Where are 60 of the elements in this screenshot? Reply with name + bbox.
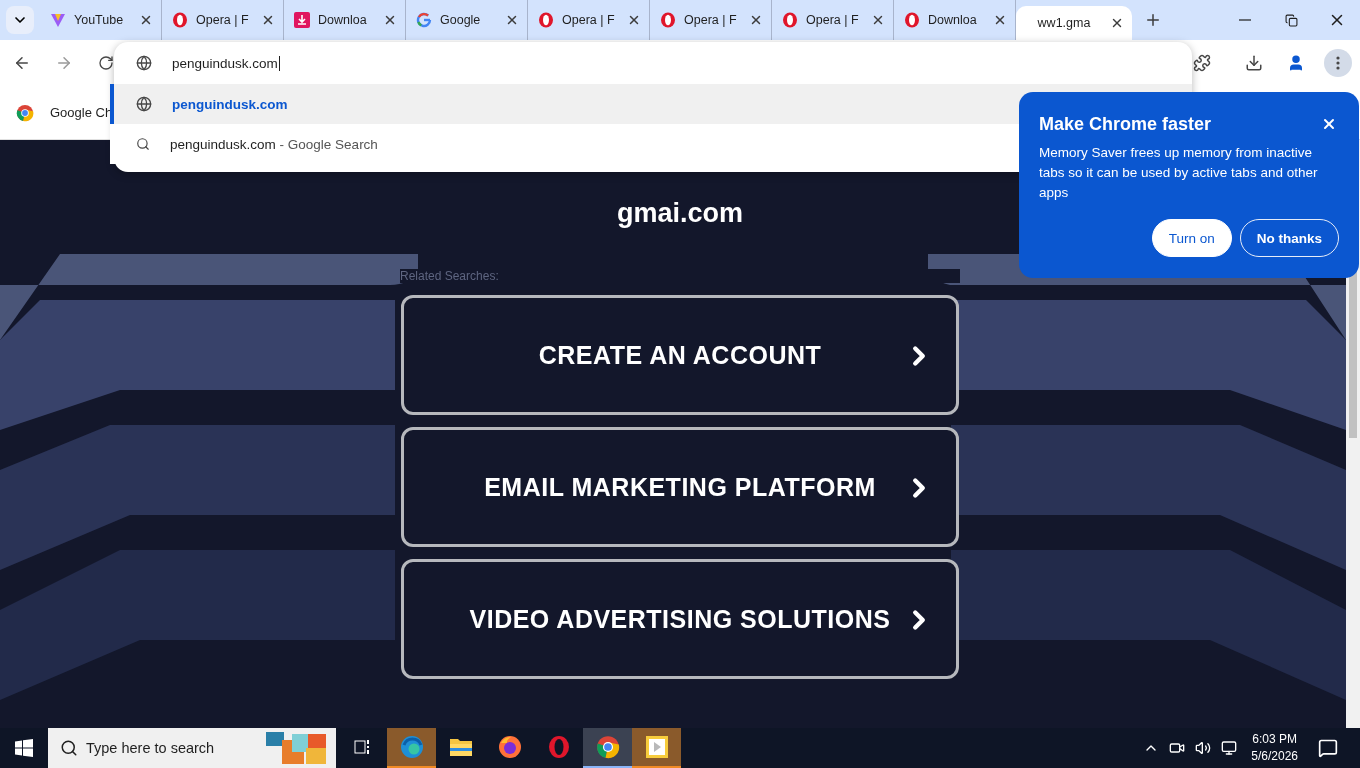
menu-button[interactable] bbox=[1324, 49, 1352, 77]
browser-tab[interactable]: ww1.gma bbox=[1016, 6, 1132, 40]
opera-logo-icon bbox=[782, 12, 798, 28]
related-searches-label: Related Searches: bbox=[400, 269, 960, 283]
close-icon[interactable] bbox=[505, 13, 519, 27]
opera-logo-icon bbox=[546, 735, 571, 759]
task-view-icon bbox=[353, 739, 372, 755]
firefox-logo-icon bbox=[497, 735, 522, 759]
clock-date: 5/6/2026 bbox=[1251, 748, 1298, 765]
clock-time: 6:03 PM bbox=[1252, 731, 1297, 748]
download-icon bbox=[1245, 54, 1263, 72]
close-icon[interactable] bbox=[871, 13, 885, 27]
person-icon bbox=[1287, 54, 1305, 72]
close-icon[interactable] bbox=[749, 13, 763, 27]
minimize-icon bbox=[1239, 19, 1251, 21]
globe-icon bbox=[136, 55, 152, 71]
restore-icon bbox=[1284, 13, 1298, 27]
edge-logo-icon bbox=[399, 735, 424, 759]
opera-logo-icon bbox=[172, 12, 188, 28]
search-icon bbox=[136, 137, 150, 151]
popup-button[interactable]: Turn on bbox=[1151, 219, 1232, 257]
puzzle-pieces-icon bbox=[266, 730, 328, 766]
globe-icon bbox=[136, 96, 152, 112]
menu-icon bbox=[1336, 56, 1340, 70]
google-logo-icon bbox=[416, 12, 432, 28]
media-player-icon bbox=[644, 735, 669, 759]
address-field[interactable]: penguindusk.com bbox=[172, 55, 280, 71]
close-icon[interactable] bbox=[139, 13, 153, 27]
download-favicon-icon bbox=[294, 12, 310, 28]
taskbar-app-button[interactable] bbox=[632, 728, 681, 768]
search-link[interactable]: EMAIL MARKETING PLATFORM bbox=[401, 427, 959, 547]
close-icon[interactable] bbox=[993, 13, 1007, 27]
search-icon bbox=[60, 739, 78, 757]
close-icon[interactable] bbox=[1110, 16, 1124, 30]
new-tab-icon[interactable] bbox=[1144, 11, 1162, 29]
taskbar-app-button[interactable] bbox=[583, 728, 632, 768]
close-icon[interactable] bbox=[261, 13, 275, 27]
tab-search-button[interactable] bbox=[6, 6, 34, 34]
camera-icon[interactable] bbox=[1169, 740, 1186, 756]
search-link[interactable]: VIDEO ADVERTISING SOLUTIONS bbox=[401, 559, 959, 679]
close-icon[interactable] bbox=[383, 13, 397, 27]
vite-logo-icon bbox=[50, 12, 66, 28]
folder-icon bbox=[448, 736, 473, 758]
notification-icon[interactable] bbox=[1318, 738, 1338, 758]
opera-logo-icon bbox=[904, 12, 920, 28]
opera-logo-icon bbox=[538, 12, 554, 28]
puzzle-icon bbox=[1193, 54, 1211, 72]
reload-icon bbox=[98, 55, 114, 71]
page-title: gmai.com bbox=[616, 198, 743, 229]
opera-logo-icon bbox=[660, 12, 676, 28]
chrome-logo-icon bbox=[595, 735, 620, 759]
search-link[interactable]: CREATE AN ACCOUNT bbox=[401, 295, 959, 415]
windows-logo-icon bbox=[15, 739, 33, 757]
chrome-logo-icon bbox=[16, 103, 34, 122]
volume-icon[interactable] bbox=[1195, 740, 1212, 756]
taskbar-search-field[interactable]: Type here to search bbox=[48, 728, 336, 768]
close-icon[interactable] bbox=[627, 13, 641, 27]
forward-arrow-icon bbox=[55, 54, 73, 72]
close-icon[interactable] bbox=[1321, 116, 1337, 132]
network-icon[interactable] bbox=[1221, 740, 1238, 756]
